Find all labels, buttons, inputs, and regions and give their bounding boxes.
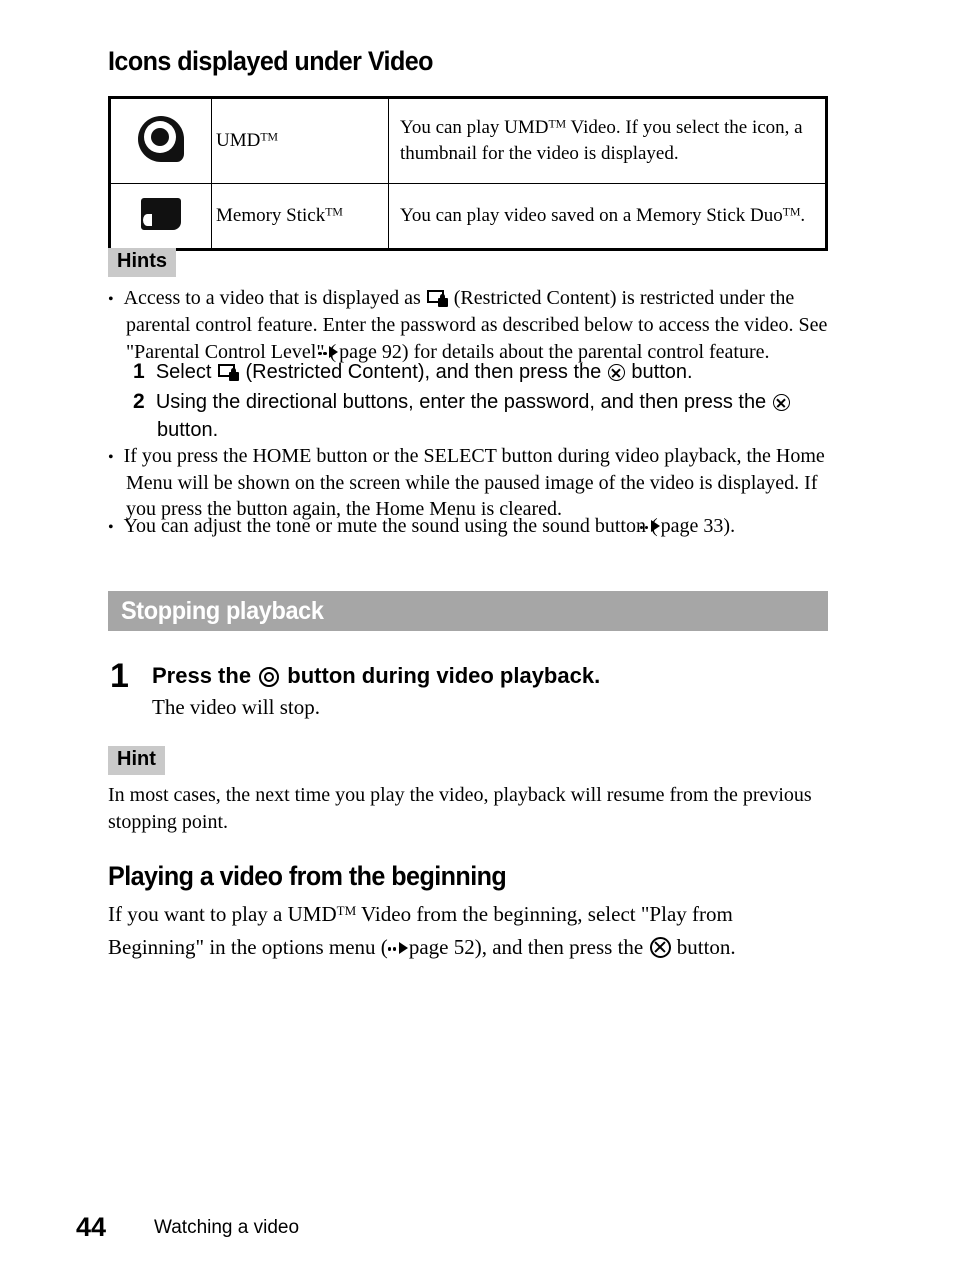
- hint-bullet-restricted-content: • Access to a video that is displayed as…: [108, 285, 850, 366]
- bullet3-text-b: page 33).: [660, 515, 736, 537]
- bullet3-text-a: You can adjust the tone or mute the soun…: [123, 515, 658, 537]
- restricted-content-icon: [217, 364, 239, 381]
- footer-page-number: 44: [76, 1212, 107, 1242]
- playing-from-beginning-paragraph: If you want to play a UMDTM Video from t…: [108, 899, 834, 964]
- step1-text-c: button.: [625, 361, 693, 383]
- step1-text-a: Select: [155, 361, 217, 383]
- umd-icon-cell: [109, 97, 212, 184]
- bullet-dot: •: [108, 449, 114, 466]
- section-bar-stopping-playback: Stopping playback: [108, 591, 828, 631]
- hint-chip-label: Hint: [108, 746, 165, 775]
- stopping-title-a: Press the: [152, 663, 258, 688]
- trademark-mark: TM: [548, 117, 567, 131]
- umd-desc-part-a: You can play UMD: [400, 117, 549, 139]
- table-row: Memory StickTM You can play video saved …: [109, 183, 827, 250]
- heading-playing-from-beginning: Playing a video from the beginning: [108, 861, 507, 891]
- hint-resume-text: In most cases, the next time you play th…: [108, 782, 834, 835]
- page-reference-arrow-icon: [387, 931, 408, 963]
- memory-stick-icon-cell: [109, 183, 212, 250]
- footer-section-title: Watching a video: [154, 1217, 300, 1238]
- umd-label: UMD: [216, 130, 261, 151]
- stopping-step-number: 1: [110, 657, 129, 695]
- trademark-mark: TM: [325, 205, 343, 219]
- icon-legend-table: UMDTM You can play UMDTM Video. If you s…: [108, 96, 828, 251]
- stopping-step-subtext: The video will stop.: [152, 695, 320, 719]
- memory-stick-label-cell: Memory StickTM: [211, 183, 389, 250]
- pfb-text-a: If you want to play a UMD: [108, 902, 337, 926]
- bullet-dot: •: [108, 519, 114, 536]
- memory-stick-icon: [141, 197, 181, 230]
- cross-button-icon: [772, 394, 790, 411]
- memory-stick-description-cell: You can play video saved on a Memory Sti…: [388, 183, 827, 250]
- umd-disc-icon: [138, 115, 184, 162]
- umd-desc-line2: thumbnail for the video is displayed.: [400, 143, 679, 164]
- step1-text-b: (Restricted Content), and then press the: [239, 361, 607, 383]
- document-page: Icons displayed under Video UMDTM You ca…: [0, 0, 954, 1285]
- table-row: UMDTM You can play UMDTM Video. If you s…: [109, 97, 827, 184]
- cross-button-icon: [649, 936, 671, 958]
- step-number: 1: [133, 360, 145, 383]
- hint-step-1: 1 Select (Restricted Content), and then …: [133, 358, 857, 387]
- umd-description-cell: You can play UMDTM Video. If you select …: [388, 97, 827, 184]
- hint-line-1: In most cases, the next time you play th…: [108, 784, 812, 806]
- section-bar-label: Stopping playback: [121, 596, 324, 625]
- bullet1-text-a: Access to a video that is displayed as: [123, 287, 426, 309]
- step2-text-c: button.: [157, 418, 219, 441]
- step2-text-a: Using the directional buttons, enter the…: [155, 391, 772, 413]
- umd-desc-part-b: Video. If you select the icon, a: [566, 117, 803, 139]
- hint-bullet-sound-button: • You can adjust the tone or mute the so…: [108, 512, 852, 540]
- restricted-content-icon: [426, 290, 448, 307]
- ms-desc-part-b: .: [800, 205, 806, 227]
- circle-button-icon: [259, 667, 280, 687]
- umd-label-cell: UMDTM: [211, 97, 389, 184]
- stopping-step-title: Press the button during video playback.: [152, 663, 600, 689]
- ms-desc-part-a: You can play video saved on a Memory Sti…: [400, 205, 783, 227]
- hints-chip-label: Hints: [108, 248, 176, 277]
- bullet2-text: If you press the HOME button or the SELE…: [123, 445, 825, 521]
- stopping-title-b: button during video playback.: [281, 663, 601, 688]
- pfb-text-c: page 52), and then press the: [408, 934, 649, 959]
- trademark-mark: TM: [336, 902, 357, 918]
- hint-bullet-home-menu: • If you press the HOME button or the SE…: [108, 443, 852, 523]
- hint-line-2: stopping point.: [108, 810, 229, 833]
- memory-stick-label: Memory Stick: [216, 205, 326, 226]
- bullet-dot: •: [108, 291, 114, 308]
- cross-button-icon: [607, 364, 625, 381]
- hint-step-2: 2 Using the directional buttons, enter t…: [133, 388, 857, 445]
- trademark-mark: TM: [782, 205, 801, 219]
- step-number: 2: [133, 390, 145, 413]
- page-reference-arrow-icon: [639, 512, 660, 539]
- heading-icons-displayed-under-video: Icons displayed under Video: [108, 46, 434, 76]
- pfb-text-d: button.: [671, 934, 736, 959]
- trademark-mark: TM: [260, 130, 278, 144]
